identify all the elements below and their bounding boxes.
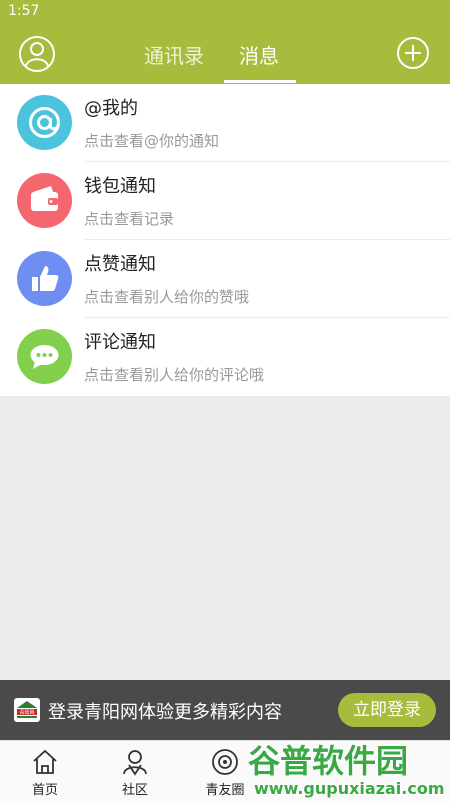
tab-messages[interactable]: 消息: [239, 40, 279, 69]
at-icon: [17, 95, 72, 150]
logo-text: 青阳网: [19, 709, 34, 716]
item-title: 点赞通知: [84, 254, 156, 275]
item-title: 钱包通知: [84, 176, 156, 197]
add-button[interactable]: [396, 36, 430, 70]
community-icon: [123, 750, 147, 776]
item-subtitle: 点击查看别人给你的赞哦: [84, 288, 250, 306]
status-time: 1:57: [8, 3, 40, 19]
item-subtitle: 点击查看@你的通知: [84, 132, 220, 150]
item-title: @我的: [84, 98, 138, 119]
plus-circle-icon: [397, 37, 429, 69]
wallet-icon: [17, 173, 72, 228]
item-title: 评论通知: [84, 332, 156, 353]
comment-icon: [17, 329, 72, 384]
home-icon: [33, 749, 57, 774]
message-item-comments[interactable]: 评论通知 点击查看别人给你的评论哦: [0, 318, 450, 396]
login-banner: 青阳网 登录青阳网体验更多精彩内容 立即登录: [0, 680, 450, 740]
status-bar: 1:57: [0, 0, 450, 24]
nav-item-home[interactable]: 首页: [0, 741, 90, 801]
thumbs-up-icon: [17, 251, 72, 306]
nav-item-community[interactable]: 社区: [90, 741, 180, 801]
nav-label: 首页: [31, 783, 58, 798]
message-item-mentions[interactable]: @我的 点击查看@你的通知: [0, 84, 450, 162]
watermark: 谷普软件园 www.gupuxiazai.com: [247, 741, 445, 799]
watermark-url: www.gupuxiazai.com: [254, 779, 445, 798]
header: 通讯录 消息: [0, 24, 450, 84]
login-button[interactable]: 立即登录: [338, 693, 436, 727]
app-logo: 青阳网: [14, 698, 40, 722]
item-subtitle: 点击查看记录: [84, 210, 175, 228]
user-icon: [19, 36, 55, 72]
nav-label: 社区: [121, 783, 148, 798]
message-item-likes[interactable]: 点赞通知 点击查看别人给你的赞哦: [0, 240, 450, 318]
message-item-wallet[interactable]: 钱包通知 点击查看记录: [0, 162, 450, 240]
message-list: @我的 点击查看@你的通知 钱包通知 点击查看记录 点赞通知 点击查看别人给你的…: [0, 84, 450, 396]
watermark-text: 谷普软件园: [248, 742, 408, 780]
active-tab-indicator: [224, 80, 296, 83]
tab-contacts[interactable]: 通讯录: [144, 40, 204, 69]
banner-text: 登录青阳网体验更多精彩内容: [48, 702, 282, 723]
avatar-button[interactable]: [18, 35, 56, 73]
circle-icon: [212, 749, 238, 775]
item-subtitle: 点击查看别人给你的评论哦: [84, 366, 265, 384]
